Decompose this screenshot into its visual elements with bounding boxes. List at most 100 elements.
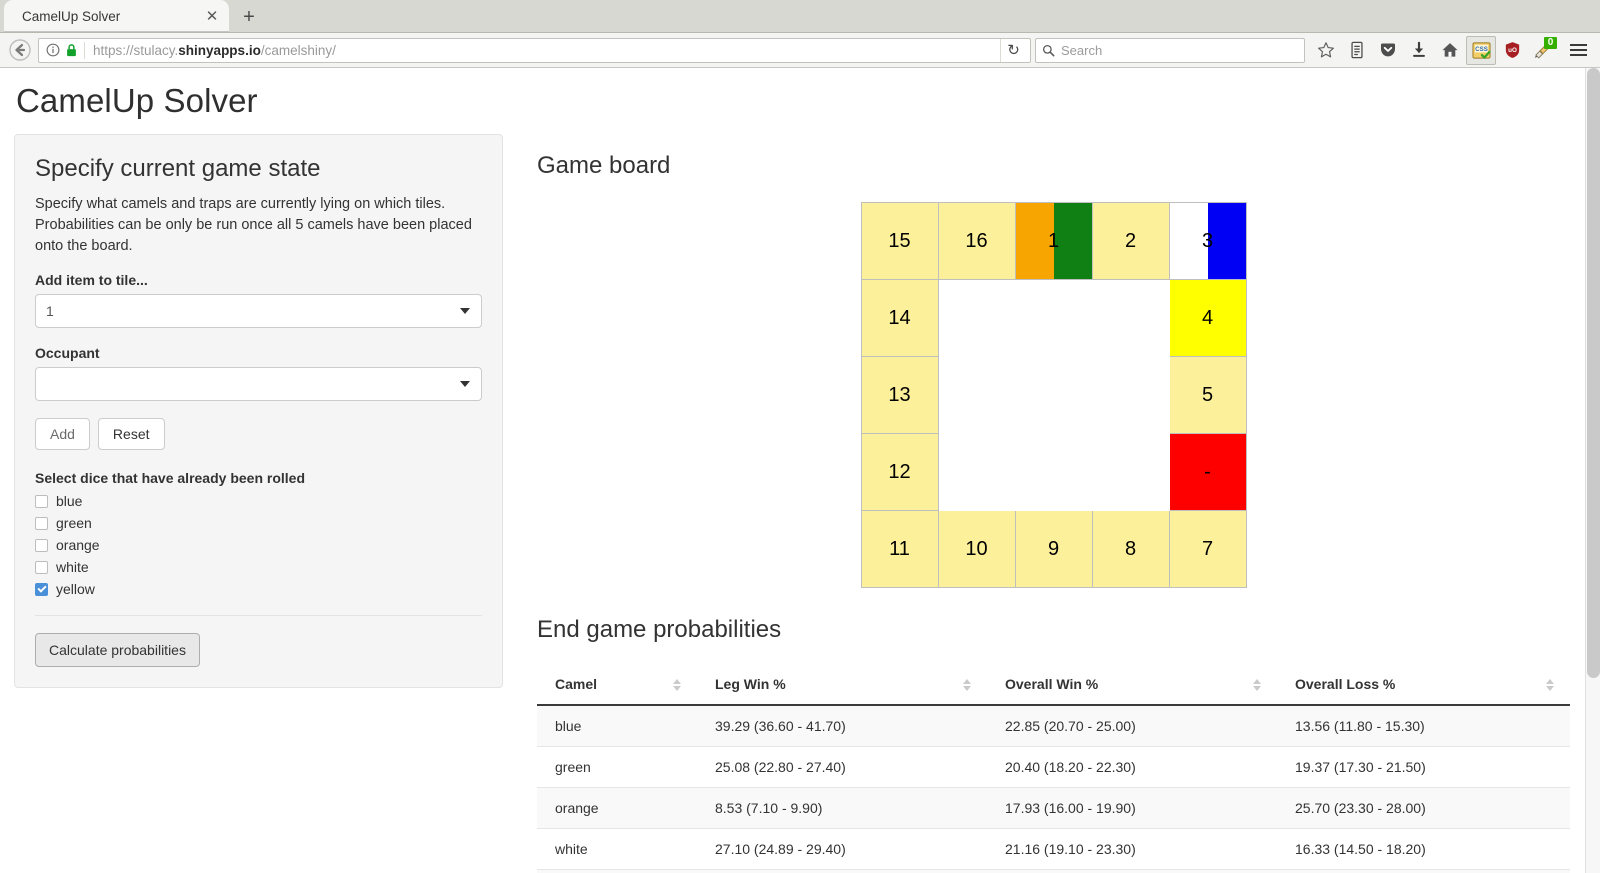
svg-text:uO: uO bbox=[1508, 47, 1517, 54]
board-tile-5[interactable]: 5 bbox=[1169, 357, 1247, 434]
board-tile-16[interactable]: 16 bbox=[938, 203, 1016, 280]
board-interior-cell bbox=[1015, 434, 1093, 511]
dice-checkbox-orange[interactable]: orange bbox=[35, 537, 482, 553]
search-box[interactable]: Search bbox=[1035, 37, 1305, 63]
table-cell-overall-win: 20.40 (18.20 - 22.30) bbox=[987, 746, 1277, 788]
back-arrow-icon[interactable] bbox=[6, 36, 34, 64]
tile-number: 3 bbox=[1201, 229, 1214, 252]
reset-button[interactable]: Reset bbox=[97, 418, 165, 450]
board-tile-10[interactable]: 10 bbox=[938, 511, 1016, 588]
board-tile-8[interactable]: 8 bbox=[1092, 511, 1170, 588]
table-cell-camel: white bbox=[537, 828, 697, 870]
extension-badge-icon[interactable]: 0 bbox=[1528, 36, 1558, 65]
browser-tab[interactable]: CamelUp Solver ✕ bbox=[4, 0, 229, 32]
sort-arrows-icon[interactable] bbox=[963, 679, 971, 691]
table-column-header[interactable]: Overall Win % bbox=[987, 666, 1277, 706]
checkbox-icon[interactable] bbox=[35, 494, 48, 508]
table-cell-camel: yellow bbox=[537, 869, 697, 873]
table-column-header[interactable]: Overall Loss % bbox=[1277, 666, 1570, 706]
board-tile-2[interactable]: 2 bbox=[1092, 203, 1170, 280]
hamburger-menu-icon[interactable] bbox=[1562, 36, 1594, 65]
dice-checkbox-green[interactable]: green bbox=[35, 515, 482, 531]
table-cell-overall-loss: 25.04 (22.80 - 27.40) bbox=[1277, 869, 1570, 873]
board-interior-cell bbox=[1092, 434, 1170, 511]
table-row[interactable]: white 27.10 (24.89 - 29.40) 21.16 (19.10 -… bbox=[537, 828, 1570, 870]
tile-number: 7 bbox=[1201, 537, 1214, 560]
table-cell-overall-loss: 16.33 (14.50 - 18.20) bbox=[1277, 828, 1570, 870]
table-cell-overall-loss: 19.37 (17.30 - 21.50) bbox=[1277, 746, 1570, 788]
tile-number: - bbox=[1204, 460, 1211, 483]
table-cell-overall-win: 17.66 (15.70 - 19.60) bbox=[987, 869, 1277, 873]
table-row[interactable]: blue 39.29 (36.60 - 41.70) 22.85 (20.70 - … bbox=[537, 705, 1570, 747]
table-cell-camel: orange bbox=[537, 787, 697, 829]
table-header-row: Camel Leg Win % Overall Win % Overall Loss … bbox=[537, 666, 1570, 706]
checkbox-icon[interactable] bbox=[35, 538, 48, 552]
board-tile-12[interactable]: 12 bbox=[861, 434, 939, 511]
game-board[interactable]: 15 16 1 2 3 14 4 13 5 12-11 10 9 8 7 bbox=[860, 202, 1247, 588]
table-header: Camel Leg Win % Overall Win % Overall Loss … bbox=[537, 666, 1570, 706]
svg-text:CSS: CSS bbox=[1475, 46, 1488, 53]
divider bbox=[35, 615, 482, 616]
add-button[interactable]: Add bbox=[35, 418, 90, 450]
board-tile--[interactable]: - bbox=[1169, 434, 1247, 511]
page-content: CamelUp Solver Specify current game stat… bbox=[0, 68, 1600, 873]
board-tile-1[interactable]: 1 bbox=[1015, 203, 1093, 280]
board-tile-9[interactable]: 9 bbox=[1015, 511, 1093, 588]
board-tile-14[interactable]: 14 bbox=[861, 280, 939, 357]
table-row[interactable]: yellow0.00 (0.00 - 0.00)17.66 (15.70 - 1… bbox=[537, 869, 1570, 873]
table-row[interactable]: orange 8.53 (7.10 - 9.90) 17.93 (16.00 - 1… bbox=[537, 787, 1570, 829]
board-interior-cell bbox=[1015, 280, 1093, 357]
tile-occupant-right bbox=[1207, 203, 1246, 279]
table-column-header[interactable]: Camel bbox=[537, 666, 697, 706]
sort-arrows-icon[interactable] bbox=[1546, 679, 1554, 691]
ublock-origin-icon[interactable]: uO bbox=[1497, 36, 1527, 65]
board-tile-11[interactable]: 11 bbox=[861, 511, 939, 588]
table-cell-camel: blue bbox=[537, 705, 697, 747]
tile-select[interactable]: 1 bbox=[35, 294, 482, 328]
checkbox-icon[interactable] bbox=[35, 560, 48, 574]
checkbox-icon[interactable] bbox=[35, 516, 48, 530]
table-body: blue 39.29 (36.60 - 41.70) 22.85 (20.70 - … bbox=[537, 705, 1570, 873]
close-icon[interactable]: ✕ bbox=[203, 7, 221, 25]
board-tile-3[interactable]: 3 bbox=[1169, 203, 1247, 280]
css-extension-icon[interactable]: CSS bbox=[1466, 35, 1496, 65]
board-tile-4[interactable]: 4 bbox=[1169, 280, 1247, 357]
sidebar-heading: Specify current game state bbox=[35, 155, 321, 182]
page-title: CamelUp Solver bbox=[16, 82, 258, 119]
table-row[interactable]: green 25.08 (22.80 - 27.40) 20.40 (18.20 -… bbox=[537, 746, 1570, 788]
site-identity[interactable] bbox=[43, 41, 85, 59]
bookmark-star-icon[interactable] bbox=[1311, 36, 1341, 65]
scrollbar-thumb[interactable] bbox=[1587, 68, 1600, 678]
vertical-scrollbar[interactable] bbox=[1585, 68, 1600, 873]
home-icon[interactable] bbox=[1435, 36, 1465, 65]
sort-arrows-icon[interactable] bbox=[1253, 679, 1261, 691]
address-bar[interactable]: https://stulacy.shinyapps.io/camelshiny/… bbox=[38, 37, 1031, 63]
table-column-label: Overall Loss % bbox=[1295, 676, 1396, 692]
table-cell-leg-win: 8.53 (7.10 - 9.90) bbox=[697, 787, 987, 829]
board-interior-cell bbox=[938, 434, 1016, 511]
pocket-icon[interactable] bbox=[1373, 36, 1403, 65]
table-column-header[interactable]: Leg Win % bbox=[697, 666, 987, 706]
tile-number: 15 bbox=[888, 229, 911, 252]
checkbox-checked-icon[interactable] bbox=[35, 582, 48, 596]
reading-list-icon[interactable] bbox=[1342, 36, 1372, 65]
board-tile-7[interactable]: 7 bbox=[1169, 511, 1247, 588]
board-tile-13[interactable]: 13 bbox=[861, 357, 939, 434]
dice-checkbox-yellow[interactable]: yellow bbox=[35, 581, 482, 597]
downloads-icon[interactable] bbox=[1404, 36, 1434, 65]
dice-checkbox-label: green bbox=[56, 515, 92, 531]
dice-checkbox-white[interactable]: white bbox=[35, 559, 482, 575]
tile-number: 8 bbox=[1124, 537, 1137, 560]
sort-arrows-icon[interactable] bbox=[673, 679, 681, 691]
toolbar-icons: CSS uO 0 bbox=[1311, 35, 1558, 65]
game-board-wrapper: 15 16 1 2 3 14 4 13 5 12-11 10 9 8 7 bbox=[537, 202, 1570, 588]
reload-icon[interactable]: ↻ bbox=[1000, 38, 1026, 62]
calculate-probabilities-button[interactable]: Calculate probabilities bbox=[35, 633, 200, 667]
dice-checkbox-blue[interactable]: blue bbox=[35, 493, 482, 509]
search-placeholder: Search bbox=[1061, 42, 1103, 58]
tab-title: CamelUp Solver bbox=[22, 8, 121, 24]
board-tile-15[interactable]: 15 bbox=[861, 203, 939, 280]
tile-number: 14 bbox=[888, 306, 911, 329]
occupant-select[interactable] bbox=[35, 367, 482, 401]
plus-icon[interactable]: + bbox=[234, 2, 264, 32]
